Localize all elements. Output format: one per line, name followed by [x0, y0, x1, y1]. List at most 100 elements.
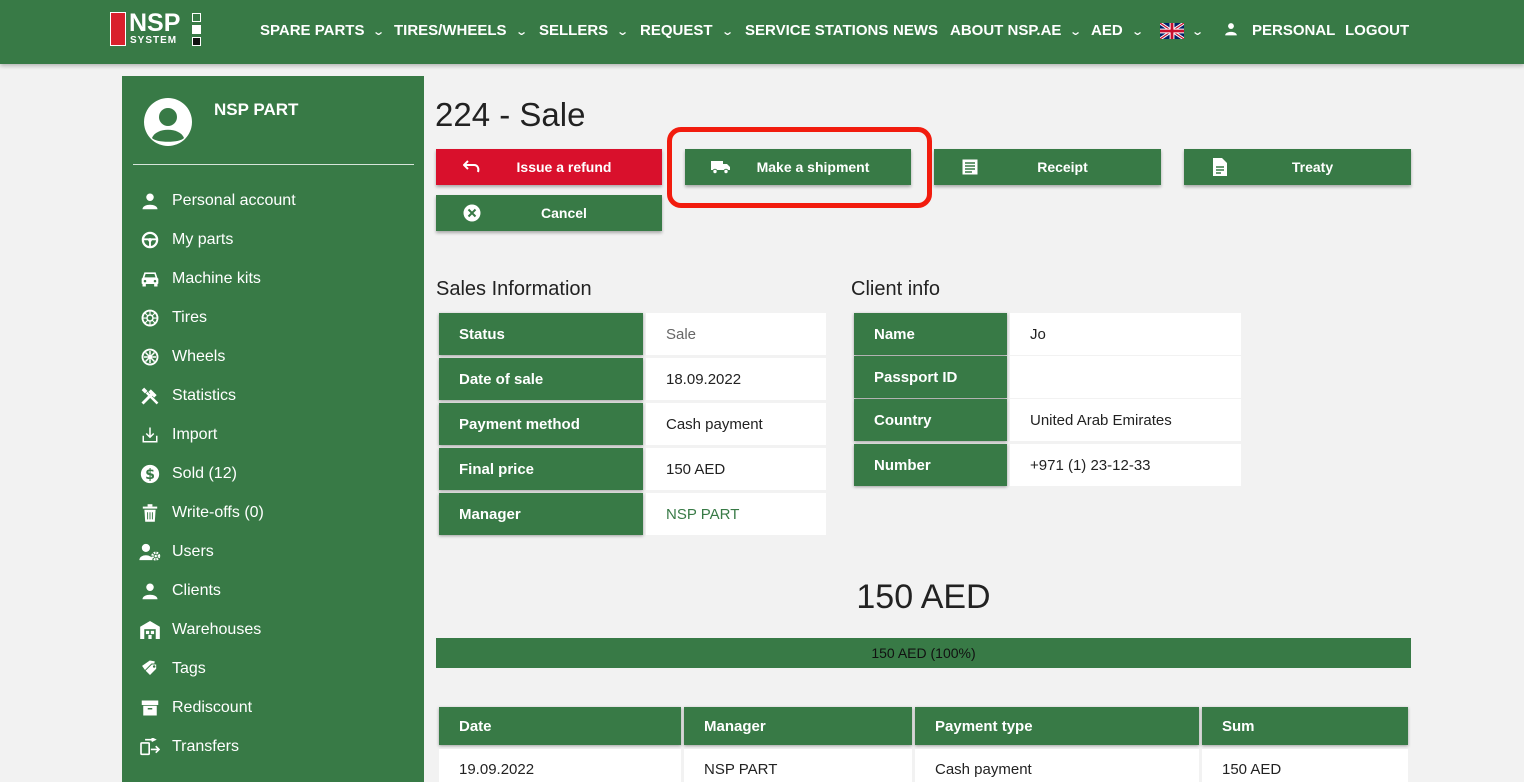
- sidebar: NSP PART Personal account My parts Machine…: [122, 76, 424, 782]
- tire-icon: [138, 307, 162, 329]
- sales-info-label: Payment method: [439, 403, 643, 445]
- client-info-value: Jo: [1010, 313, 1241, 355]
- sidebar-item-statistics[interactable]: Statistics: [138, 383, 236, 409]
- sidebar-item-sold[interactable]: $ Sold (12): [138, 461, 237, 487]
- nav-tires-wheels[interactable]: TIRES/WHEELS ⌄: [394, 0, 528, 62]
- sales-info-value: Cash payment: [646, 403, 826, 445]
- steering-wheel-icon: [138, 229, 162, 251]
- avatar[interactable]: [144, 98, 192, 146]
- nav-request[interactable]: REQUEST ⌄: [640, 0, 734, 62]
- highlight-annotation: [667, 127, 932, 208]
- column-header-payment-type: Payment type: [915, 707, 1199, 745]
- nav-sellers[interactable]: SELLERS ⌄: [539, 0, 629, 62]
- client-info-label: Country: [854, 399, 1007, 441]
- svg-text:$: $: [145, 467, 155, 483]
- treaty-button[interactable]: Treaty: [1184, 149, 1411, 185]
- logo-red-bar: [110, 12, 126, 46]
- document-icon: [1210, 157, 1230, 177]
- sidebar-divider: [133, 164, 414, 165]
- page-title: 224 - Sale: [435, 96, 586, 133]
- nav-about[interactable]: ABOUT NSP.AE ⌄: [950, 0, 1083, 62]
- chevron-down-icon: ⌄: [514, 26, 528, 38]
- sidebar-item-machine-kits[interactable]: Machine kits: [138, 266, 261, 292]
- car-icon: [138, 268, 162, 290]
- wheel-icon: [138, 346, 162, 368]
- sidebar-item-import[interactable]: Import: [138, 422, 217, 448]
- logo-sub: SYSTEM: [130, 35, 178, 46]
- receipt-icon: [960, 157, 980, 177]
- sidebar-item-label: Sold (12): [172, 465, 237, 482]
- client-info-value: [1010, 356, 1241, 398]
- chevron-down-icon: ⌄: [1069, 26, 1083, 38]
- sidebar-item-label: Machine kits: [172, 270, 261, 287]
- issue-refund-button[interactable]: Issue a refund: [436, 149, 662, 185]
- sidebar-item-label: Clients: [172, 582, 221, 599]
- nav-language[interactable]: ⌄: [1191, 0, 1205, 62]
- chevron-down-icon: ⌄: [372, 26, 386, 38]
- trash-icon: [138, 502, 162, 524]
- top-navbar: NSP SYSTEM SPARE PARTS ⌄ TIRES/WHEELS ⌄ SE…: [0, 0, 1524, 64]
- nav-news[interactable]: NEWS: [893, 0, 938, 62]
- person-icon: [138, 190, 162, 212]
- nav-personal[interactable]: PERSONAL: [1224, 0, 1335, 62]
- sales-info-title: Sales Information: [436, 278, 592, 300]
- cancel-button[interactable]: Cancel: [436, 195, 662, 231]
- chevron-down-icon: ⌄: [720, 26, 734, 38]
- sidebar-item-my-parts[interactable]: My parts: [138, 227, 233, 253]
- sidebar-item-users[interactable]: Users: [138, 539, 214, 565]
- sidebar-item-write-offs[interactable]: Write-offs (0): [138, 500, 264, 526]
- sidebar-item-label: My parts: [172, 231, 234, 248]
- sidebar-item-label: Rediscount: [172, 699, 253, 716]
- nav-service-stations[interactable]: SERVICE STATIONS: [745, 0, 888, 62]
- tools-icon: [138, 385, 162, 407]
- sidebar-item-label: Personal account: [172, 192, 296, 209]
- column-header-date: Date: [439, 707, 681, 745]
- sidebar-item-label: Tags: [172, 660, 206, 677]
- sidebar-item-tires[interactable]: Tires: [138, 305, 207, 331]
- receipt-button[interactable]: Receipt: [934, 149, 1161, 185]
- nav-spare-parts[interactable]: SPARE PARTS ⌄: [260, 0, 386, 62]
- nsp-logo[interactable]: NSP SYSTEM: [110, 9, 204, 48]
- client-info-label: Name: [854, 313, 1007, 355]
- transfer-icon: [138, 736, 162, 758]
- payment-progress-text: 150 AED (100%): [871, 645, 976, 661]
- sales-info-value: 18.09.2022: [646, 358, 826, 400]
- column-header-manager: Manager: [684, 707, 912, 745]
- sidebar-item-clients[interactable]: Clients: [138, 578, 221, 604]
- table-cell-date: 19.09.2022: [439, 749, 681, 782]
- chevron-down-icon: ⌄: [1191, 26, 1205, 38]
- profile-name: NSP PART: [214, 100, 299, 119]
- sidebar-item-rediscount[interactable]: Rediscount: [138, 695, 252, 721]
- total-amount: 150 AED: [856, 578, 991, 616]
- sidebar-item-label: Import: [172, 426, 218, 443]
- sidebar-item-label: Transfers: [172, 738, 239, 755]
- import-icon: [138, 424, 162, 446]
- sidebar-item-label: Wheels: [172, 348, 226, 365]
- archive-icon: [138, 697, 162, 719]
- nav-currency[interactable]: AED ⌄: [1091, 0, 1144, 62]
- person-icon: [1225, 23, 1237, 36]
- sidebar-item-personal-account[interactable]: Personal account: [138, 188, 296, 214]
- undo-icon: [462, 157, 482, 177]
- sidebar-item-tags[interactable]: Tags: [138, 656, 206, 682]
- sales-info-value[interactable]: NSP PART: [646, 493, 826, 535]
- users-gear-icon: [138, 541, 162, 563]
- person-icon: [138, 580, 162, 602]
- uk-flag-icon[interactable]: [1160, 23, 1184, 39]
- tags-icon: [138, 658, 162, 680]
- table-cell-sum: 150 AED: [1202, 749, 1408, 782]
- sidebar-item-label: Tires: [172, 309, 207, 326]
- nav-logout[interactable]: LOGOUT: [1345, 0, 1409, 62]
- warehouse-icon: [138, 619, 162, 641]
- sales-info-label: Manager: [439, 493, 643, 535]
- sidebar-item-label: Warehouses: [172, 621, 262, 638]
- sidebar-item-label: Statistics: [172, 387, 237, 404]
- sidebar-item-warehouses[interactable]: Warehouses: [138, 617, 261, 643]
- dollar-icon: $: [138, 463, 162, 485]
- sidebar-item-transfers[interactable]: Transfers: [138, 734, 239, 760]
- sales-info-value: 150 AED: [646, 448, 826, 490]
- sales-info-value: Sale: [646, 313, 826, 355]
- sidebar-item-wheels[interactable]: Wheels: [138, 344, 225, 370]
- column-header-sum: Sum: [1202, 707, 1408, 745]
- client-info-title: Client info: [851, 278, 940, 300]
